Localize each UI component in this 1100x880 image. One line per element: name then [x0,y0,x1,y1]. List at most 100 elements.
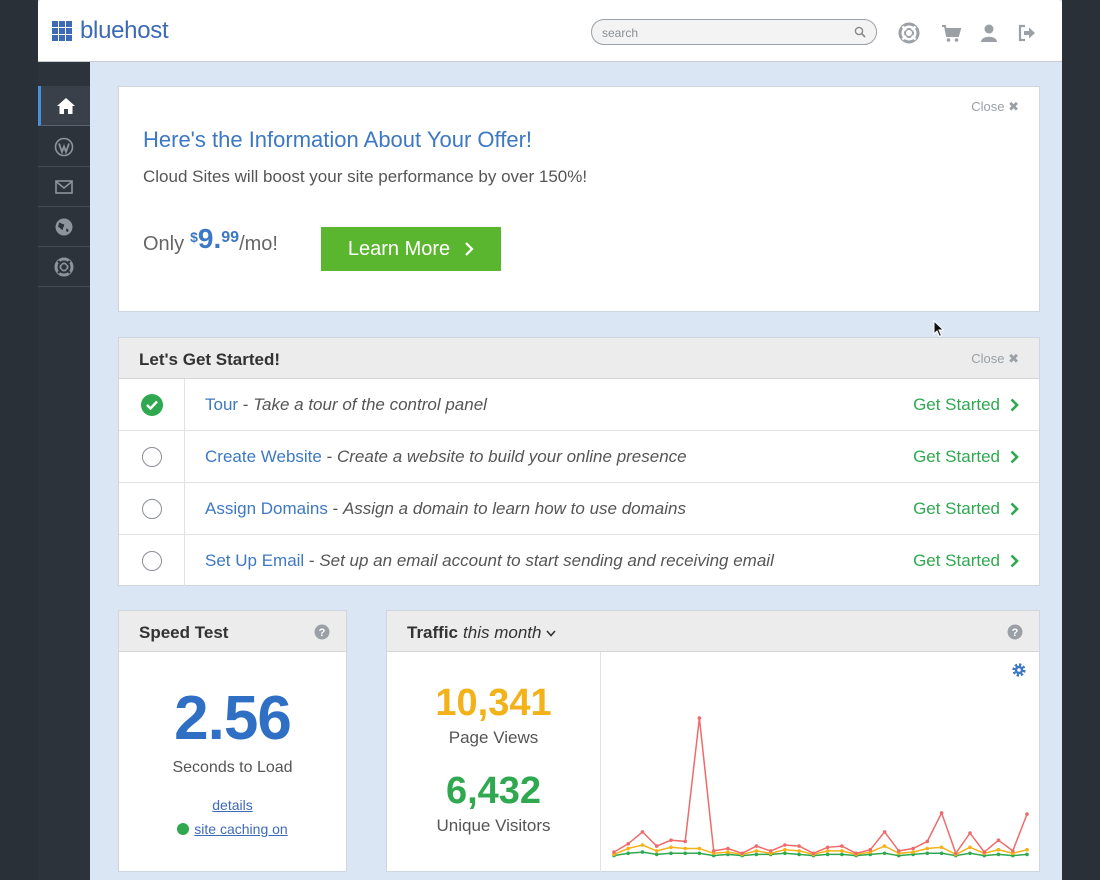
globe-icon [55,218,73,235]
data-point [697,851,702,856]
task-description: Set up an email account to start sending… [319,551,774,570]
radio-circle-icon[interactable] [141,551,162,571]
logout-icon[interactable] [1016,22,1038,44]
price-currency: $ [190,229,198,245]
data-point [854,851,858,856]
offer-card: Close ✖ Here's the Information About You… [118,86,1040,312]
task-name[interactable]: Create Website [205,447,322,466]
data-point [868,847,873,852]
data-point [939,851,944,856]
site-caching-label: site caching on [194,821,288,837]
svg-text:?: ? [319,627,326,639]
data-point [697,716,702,720]
data-point [626,842,630,846]
chevron-right-icon [1010,398,1019,412]
traffic-period-dropdown[interactable]: this month [463,623,541,643]
data-point [783,847,787,852]
get-started-button[interactable]: Get Started [913,499,1019,519]
traffic-title-label: Traffic [407,623,459,642]
traffic-card: Traffic this month ? 10,341 Page Views 6… [386,610,1040,872]
data-point [825,852,830,857]
speed-test-header: Speed Test ? [119,611,346,652]
task-description: Take a tour of the control panel [253,395,487,414]
data-point [640,830,645,834]
task-row[interactable]: Create Website - Create a website to bui… [119,431,1039,483]
data-point [697,846,702,851]
search-box[interactable] [591,19,877,45]
data-point [654,844,659,848]
sidebar-item-wordpress[interactable] [38,127,90,167]
data-point [669,845,673,850]
radio-circle-icon[interactable] [141,447,162,467]
task-text: Set Up Email - Set up an email account t… [205,551,774,571]
task-status [119,535,185,587]
data-point [897,849,901,853]
data-point [1025,852,1029,857]
traffic-chart [602,652,1039,872]
help-question-icon[interactable]: ? [1007,624,1023,640]
getting-started-header: Let's Get Started! Close ✖ [119,338,1039,379]
task-row[interactable]: Assign Domains - Assign a domain to lear… [119,483,1039,535]
chevron-down-icon[interactable] [546,629,557,637]
data-point [669,851,673,856]
sidebar-item-home[interactable] [38,86,90,126]
home-icon [56,97,75,114]
mail-icon [55,179,73,194]
data-point [982,850,987,854]
gear-icon[interactable] [1011,662,1027,678]
learn-more-label: Learn More [347,237,451,260]
getting-started-close-button[interactable]: Close ✖ [971,351,1019,367]
status-dot-icon [177,823,190,835]
details-link[interactable]: details [119,797,346,813]
get-started-button[interactable]: Get Started [913,447,1019,467]
search-icon[interactable] [854,26,866,38]
data-point [797,852,801,857]
search-input[interactable] [602,24,842,42]
data-point [768,849,773,853]
task-name[interactable]: Set Up Email [205,551,304,570]
sidebar-item-domains[interactable] [38,207,90,247]
chevron-right-icon [465,242,474,256]
data-point [968,851,972,856]
data-point [726,850,730,854]
site-caching-link[interactable]: site caching on [119,821,346,837]
get-started-button[interactable]: Get Started [913,395,1019,415]
logo-grid-icon [52,21,72,41]
radio-circle-icon[interactable] [141,499,162,519]
traffic-chart-svg [612,716,1029,858]
cart-icon[interactable] [940,22,962,44]
data-point [740,851,744,856]
chevron-right-icon [1010,450,1019,464]
data-point [925,851,930,856]
data-point [612,850,616,854]
task-status [119,431,185,483]
task-row[interactable]: Set Up Email - Set up an email account t… [119,535,1039,587]
sidebar-item-support[interactable] [38,247,90,287]
task-name[interactable]: Assign Domains [205,499,328,518]
data-point [911,846,915,851]
get-started-button[interactable]: Get Started [913,551,1019,571]
offer-close-button[interactable]: Close ✖ [971,99,1019,115]
traffic-header: Traffic this month ? [387,611,1039,652]
speed-test-title: Speed Test [139,623,229,642]
data-point [654,852,659,857]
task-name[interactable]: Tour [205,395,238,414]
task-row[interactable]: Tour - Take a tour of the control panel … [119,379,1039,431]
learn-more-button[interactable]: Learn More [321,227,501,271]
data-point [654,849,659,853]
logo-text: bluehost [80,17,169,44]
close-x-icon: ✖ [1008,99,1019,114]
help-lifebuoy-icon[interactable] [898,22,920,44]
data-point [754,844,759,848]
unique-visitors-label: Unique Visitors [436,816,551,835]
task-text: Tour - Take a tour of the control panel [205,395,487,415]
help-question-icon[interactable]: ? [314,624,330,640]
get-started-label: Get Started [913,395,1000,414]
price-suffix: /mo! [239,233,278,255]
user-icon[interactable] [978,22,1000,44]
data-point [840,844,844,848]
bluehost-logo[interactable]: bluehost [52,17,169,45]
close-label: Close [971,99,1005,114]
sidebar-item-mail[interactable] [38,167,90,207]
mouse-cursor-icon [933,320,945,338]
